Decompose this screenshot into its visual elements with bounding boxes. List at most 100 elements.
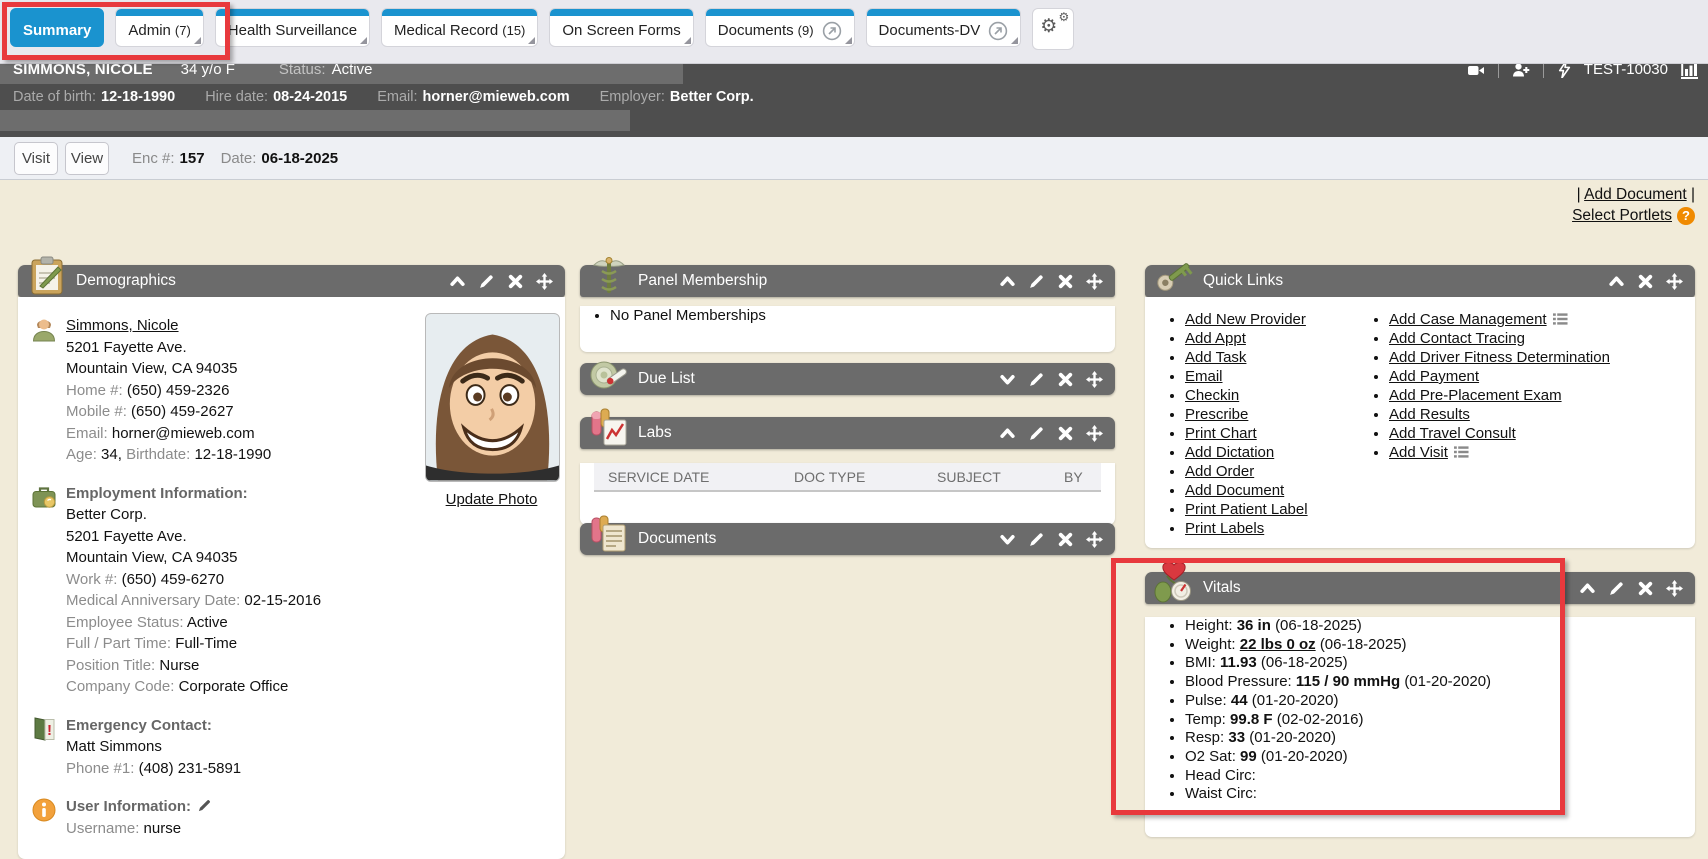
patient-demographics-strip: Date of birth:12-18-1990 Hire date:08-24… (0, 84, 1708, 110)
edit-portlet-icon[interactable] (478, 273, 495, 290)
tab-summary[interactable]: Summary (10, 8, 104, 47)
tab-medical-record[interactable]: Medical Record(15) (381, 8, 538, 47)
quick-link[interactable]: Print Patient Label (1185, 500, 1367, 519)
date-value: 06-18-2025 (261, 150, 338, 167)
portlet-header: Documents (580, 523, 1115, 555)
quick-link[interactable]: Add Travel Consult (1389, 424, 1610, 443)
move-portlet-icon[interactable] (1086, 531, 1103, 548)
portlet-header: Quick Links (1145, 265, 1695, 297)
move-portlet-icon[interactable] (1086, 273, 1103, 290)
caduceus-icon (588, 255, 630, 297)
username-line: Username: nurse (66, 818, 565, 840)
patient-photo[interactable] (425, 313, 560, 482)
visit-button[interactable]: Visit (14, 142, 58, 175)
portlet-documents: Documents (580, 523, 1115, 555)
move-portlet-icon[interactable] (1666, 580, 1683, 597)
person-icon (31, 316, 57, 342)
gear-icon: ⚙ (1040, 17, 1057, 36)
portlet-panel-membership: Panel Membership No Panel Memberships (580, 265, 1115, 352)
collapse-portlet-icon[interactable] (1579, 580, 1596, 597)
select-portlets-link[interactable]: Select Portlets (1572, 207, 1672, 224)
list-grid-icon[interactable] (1454, 446, 1469, 458)
full-part-time: Full / Part Time: Full-Time (66, 633, 565, 655)
briefcase-icon (31, 484, 57, 510)
portlet-title: Quick Links (1203, 272, 1283, 290)
portlet-title: Labs (638, 424, 672, 442)
collapse-portlet-icon[interactable] (449, 273, 466, 290)
close-portlet-icon[interactable] (1057, 371, 1074, 388)
move-portlet-icon[interactable] (1086, 371, 1103, 388)
quick-link[interactable]: Print Chart (1185, 424, 1367, 443)
position-title: Position Title: Nurse (66, 655, 565, 677)
quick-link[interactable]: Prescribe (1185, 405, 1367, 424)
no-panel-memberships-text: No Panel Memberships (610, 306, 1115, 325)
close-portlet-icon[interactable] (1057, 531, 1074, 548)
portlet-header: Demographics (18, 265, 565, 297)
tab-documents-dv[interactable]: Documents-DV (866, 8, 1022, 47)
quick-link[interactable]: Print Labels (1185, 519, 1367, 538)
edit-user-info-icon[interactable] (197, 798, 212, 813)
quick-link[interactable]: Add Payment (1389, 367, 1610, 386)
work-phone: Work #: (650) 459-6270 (66, 569, 565, 591)
quick-link[interactable]: Add Dictation (1185, 443, 1367, 462)
move-portlet-icon[interactable] (536, 273, 553, 290)
quick-link[interactable]: Add Appt (1185, 329, 1367, 348)
close-portlet-icon[interactable] (1637, 580, 1654, 597)
quick-link[interactable]: Add Task (1185, 348, 1367, 367)
tab-documents[interactable]: Documents(9) (705, 8, 855, 47)
info-icon (31, 797, 57, 823)
medical-anniversary: Medical Anniversary Date: 02-15-2016 (66, 590, 565, 612)
quick-link[interactable]: Add Contact Tracing (1389, 329, 1610, 348)
quick-link[interactable]: Add Results (1389, 405, 1610, 424)
external-link-icon[interactable] (988, 21, 1008, 41)
quick-link[interactable]: Add Driver Fitness Determination (1389, 348, 1610, 367)
close-portlet-icon[interactable] (1057, 273, 1074, 290)
edit-portlet-icon[interactable] (1028, 531, 1045, 548)
close-portlet-icon[interactable] (1637, 273, 1654, 290)
edit-portlet-icon[interactable] (1028, 273, 1045, 290)
tab-admin[interactable]: Admin(7) (115, 8, 203, 47)
portal-content: | Add Document | Select Portlets? Demogr… (0, 180, 1708, 847)
edit-portlet-icon[interactable] (1028, 371, 1045, 388)
move-portlet-icon[interactable] (1666, 273, 1683, 290)
collapse-portlet-icon[interactable] (999, 425, 1016, 442)
quick-link[interactable]: Add Order (1185, 462, 1367, 481)
tab-health-surveillance[interactable]: Health Surveillance (215, 8, 370, 47)
date-label: Date: (221, 150, 257, 167)
edit-portlet-icon[interactable] (1028, 425, 1045, 442)
quick-link[interactable]: Add New Provider (1185, 310, 1367, 329)
vital-head-circ: Head Circ: (1185, 767, 1695, 786)
update-photo-link[interactable]: Update Photo (425, 491, 558, 508)
enc-label: Enc #: (132, 150, 175, 167)
expand-portlet-icon[interactable] (999, 531, 1016, 548)
collapse-portlet-icon[interactable] (999, 273, 1016, 290)
weight-link[interactable]: 22 lbs 0 oz (1240, 636, 1316, 653)
employee-status: Employee Status: Active (66, 612, 565, 634)
enc-value: 157 (180, 150, 205, 167)
expand-portlet-icon[interactable] (999, 371, 1016, 388)
external-link-icon[interactable] (822, 21, 842, 41)
list-grid-icon[interactable] (1553, 313, 1568, 325)
close-portlet-icon[interactable] (1057, 425, 1074, 442)
quick-link[interactable]: Checkin (1185, 386, 1367, 405)
portlet-title: Vitals (1203, 579, 1241, 597)
quick-link[interactable]: Add Document (1185, 481, 1367, 500)
page-links: | Add Document | Select Portlets? (1572, 184, 1695, 226)
patient-name-link[interactable]: Simmons, Nicole (66, 317, 179, 334)
quick-link[interactable]: Add Visit (1389, 443, 1610, 462)
add-document-link[interactable]: Add Document (1584, 186, 1687, 203)
move-portlet-icon[interactable] (1086, 425, 1103, 442)
key-icon (1153, 255, 1195, 297)
tab-settings-gear-button[interactable]: ⚙⚙ (1032, 8, 1074, 50)
help-icon[interactable]: ? (1677, 207, 1695, 225)
vital-o2-sat: O2 Sat: 99 (01-20-2020) (1185, 748, 1695, 767)
portlet-header: Due List (580, 363, 1115, 395)
quick-link[interactable]: Add Case Management (1389, 310, 1610, 329)
collapse-portlet-icon[interactable] (1608, 273, 1625, 290)
quick-link[interactable]: Email (1185, 367, 1367, 386)
tab-on-screen-forms[interactable]: On Screen Forms (549, 8, 693, 47)
close-portlet-icon[interactable] (507, 273, 524, 290)
edit-portlet-icon[interactable] (1608, 580, 1625, 597)
view-button[interactable]: View (65, 142, 109, 175)
quick-link[interactable]: Add Pre-Placement Exam (1389, 386, 1610, 405)
